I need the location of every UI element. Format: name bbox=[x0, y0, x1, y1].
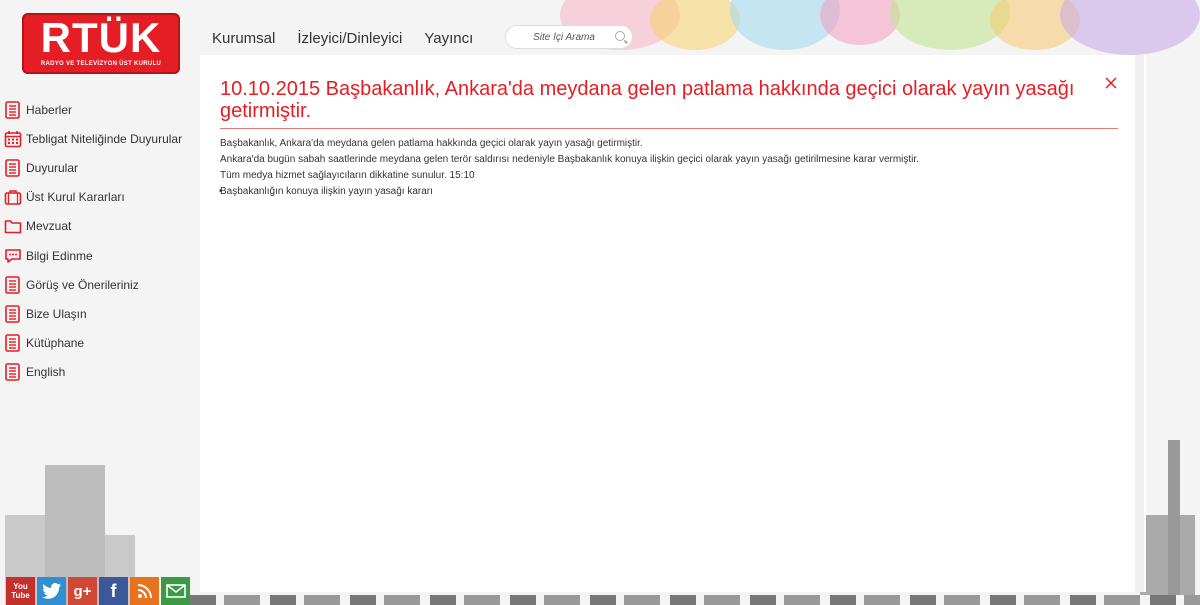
list-item: Başbakanlığın konuya ilişkin yayın yasağ… bbox=[219, 184, 1120, 200]
article-title: 10.10.2015 Başbakanlık, Ankara'da meydan… bbox=[220, 78, 1075, 122]
sidebar-item-bize-ulasin[interactable]: Bize Ulaşın bbox=[4, 299, 199, 328]
decision-link[interactable]: Başbakanlığın konuya ilişkin yayın yasağ… bbox=[220, 186, 433, 197]
nav-kurumsal[interactable]: Kurumsal bbox=[212, 30, 275, 47]
youtube-icon[interactable]: You Tube bbox=[6, 577, 35, 605]
sidebar-item-label: Kütüphane bbox=[26, 336, 85, 351]
briefcase-icon bbox=[4, 190, 22, 205]
sidebar-item-duyurular[interactable]: Duyurular bbox=[4, 153, 199, 182]
article-paragraph: Başbakanlık, Ankara'da meydana gelen pat… bbox=[220, 138, 643, 149]
sidebar-item-gorus-ve-onerileriniz[interactable]: Görüş ve Önerileriniz bbox=[4, 270, 199, 299]
sidebar-item-label: Haberler bbox=[26, 102, 73, 117]
sidebar-item-label: Bize Ulaşın bbox=[26, 306, 87, 321]
article-paragraph: Tüm medya hizmet sağlayıcıların dikkatin… bbox=[220, 170, 475, 181]
document-icon bbox=[5, 275, 20, 294]
folder-icon bbox=[4, 220, 22, 234]
document-icon bbox=[5, 100, 20, 119]
document-icon bbox=[5, 159, 20, 177]
sidebar-item-ust-kurul-kararlari[interactable]: Üst Kurul Kararları bbox=[4, 183, 199, 212]
document-icon bbox=[5, 363, 20, 382]
close-icon[interactable] bbox=[1104, 76, 1118, 90]
sidebar-item-label: Üst Kurul Kararları bbox=[26, 190, 125, 205]
mail-icon[interactable] bbox=[161, 577, 190, 605]
rtuk-logo[interactable]: RTÜK RADYO VE TELEVİZYON ÜST KURULU bbox=[22, 13, 180, 74]
sidebar-item-label: Duyurular bbox=[26, 160, 79, 175]
sidebar-item-kutuphane[interactable]: Kütüphane bbox=[4, 329, 199, 358]
chat-bubble-icon bbox=[5, 248, 21, 263]
sidebar-item-label: Görüş ve Önerileriniz bbox=[26, 277, 139, 292]
facebook-icon[interactable]: f bbox=[99, 577, 128, 605]
main-nav: Kurumsal İzleyici/Dinleyici Yayıncı bbox=[212, 30, 495, 47]
sidebar-menu: Haberler Tebligat Niteliğinde Duyurular … bbox=[4, 95, 199, 387]
article-paragraph: Ankara'da bugün sabah saatlerinde meydan… bbox=[220, 154, 919, 165]
social-bar: You Tube g+ f bbox=[6, 577, 190, 605]
sidebar-item-label: Mevzuat bbox=[26, 219, 72, 234]
rss-icon[interactable] bbox=[130, 577, 159, 605]
logo-subtitle: RADYO VE TELEVİZYON ÜST KURULU bbox=[40, 61, 162, 67]
article-body: Başbakanlık, Ankara'da meydana gelen pat… bbox=[219, 136, 1120, 200]
sidebar-item-bilgi-edinme[interactable]: Bilgi Edinme bbox=[4, 241, 199, 270]
twitter-icon[interactable] bbox=[37, 577, 66, 605]
sidebar-item-tebligat[interactable]: Tebligat Niteliğinde Duyurular bbox=[4, 124, 199, 153]
article-links: Başbakanlığın konuya ilişkin yayın yasağ… bbox=[219, 184, 1120, 200]
nav-izleyici-dinleyici[interactable]: İzleyici/Dinleyici bbox=[297, 30, 402, 47]
google-plus-icon[interactable]: g+ bbox=[68, 577, 97, 605]
panel-scrollbar[interactable] bbox=[1135, 55, 1144, 592]
document-icon bbox=[5, 334, 20, 352]
calendar-icon bbox=[4, 130, 22, 148]
search-icon[interactable] bbox=[615, 31, 625, 41]
logo-text: RTÜK bbox=[40, 14, 162, 61]
sidebar-item-haberler[interactable]: Haberler bbox=[4, 95, 199, 124]
sidebar-item-label: Bilgi Edinme bbox=[26, 248, 93, 263]
sidebar-item-mevzuat[interactable]: Mevzuat bbox=[4, 212, 199, 241]
sidebar-item-label: Tebligat Niteliğinde Duyurular bbox=[26, 131, 183, 146]
sidebar-item-label: English bbox=[26, 365, 66, 380]
title-divider bbox=[220, 128, 1118, 129]
footer-strip-decoration bbox=[190, 595, 1200, 605]
sidebar-item-english[interactable]: English bbox=[4, 358, 199, 387]
document-icon bbox=[5, 305, 20, 323]
header-splash-decoration bbox=[560, 0, 1200, 60]
search-input[interactable] bbox=[506, 26, 614, 48]
nav-yayinci[interactable]: Yayıncı bbox=[424, 30, 473, 47]
site-search bbox=[505, 25, 633, 49]
